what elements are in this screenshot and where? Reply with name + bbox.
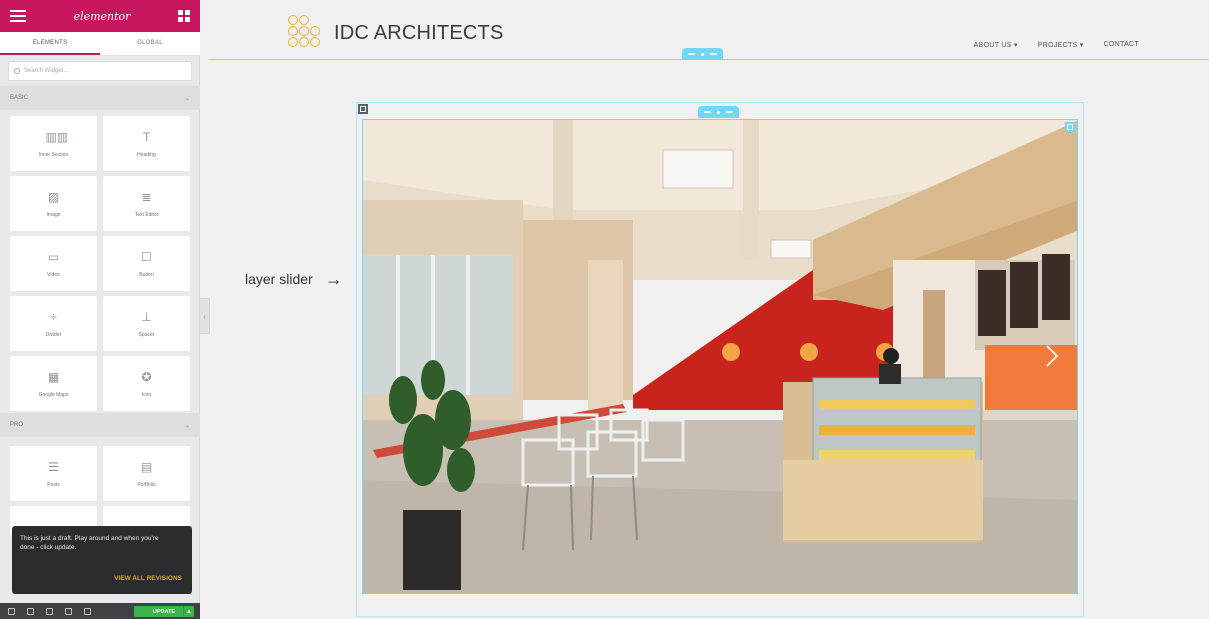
caret-up-icon[interactable]: ▴	[183, 606, 194, 617]
button-icon: ☐	[141, 249, 152, 264]
toast-message: This is just a draft. Play around and wh…	[20, 535, 159, 551]
site-logo-icon[interactable]	[288, 15, 324, 51]
section-label: PRO	[10, 422, 24, 428]
add-icon	[704, 111, 711, 113]
editor-canvas: IDC ARCHITECTS ABOUT US ▾ PROJECTS ▾ CON…	[210, 0, 1209, 619]
responsive-icon[interactable]	[65, 607, 72, 615]
add-icon	[688, 53, 695, 55]
panel-tabs: ELEMENTS GLOBAL	[0, 32, 200, 56]
site-nav: ABOUT US ▾ PROJECTS ▾ CONTACT	[974, 41, 1139, 49]
section-header-basic[interactable]: BASIC ⌄	[0, 86, 200, 110]
update-button[interactable]: UPDATE ▴	[134, 606, 194, 617]
nav-projects[interactable]: PROJECTS ▾	[1038, 41, 1084, 49]
settings-icon[interactable]	[8, 607, 15, 615]
search-widget-input[interactable]: Search Widget...	[8, 61, 192, 81]
columns-icon: ▥▥	[45, 129, 69, 144]
close-icon	[726, 111, 733, 113]
portfolio-icon: ▤	[140, 459, 153, 474]
divider-icon: ÷	[50, 309, 57, 324]
section-header-pro[interactable]: PRO ⌄	[0, 413, 200, 437]
star-icon: ✪	[141, 369, 152, 384]
widget-portfolio[interactable]: ▤ Portfolio	[103, 446, 190, 501]
widget-label: Image	[46, 211, 61, 218]
search-placeholder: Search Widget...	[24, 68, 69, 74]
panel-footer: UPDATE ▴	[0, 603, 200, 619]
layer-slider-annotation: layer slider →	[245, 270, 343, 288]
section-label: BASIC	[10, 95, 29, 101]
panel-header: elementor	[0, 0, 200, 32]
widget-label: Heading	[137, 151, 156, 158]
widget-heading[interactable]: T Heading	[103, 116, 190, 171]
widget-label: Google Maps	[38, 391, 69, 398]
widget-icon[interactable]: ✪ Icon	[103, 356, 190, 411]
widget-posts[interactable]: ☰ Posts	[10, 446, 97, 501]
navigator-icon[interactable]	[27, 607, 34, 615]
tab-global[interactable]: GLOBAL	[100, 32, 200, 55]
site-title[interactable]: IDC ARCHITECTS	[334, 23, 503, 43]
hamburger-menu-icon[interactable]	[10, 10, 26, 22]
search-icon	[14, 68, 20, 74]
text-editor-icon: ≣	[141, 189, 152, 204]
widget-label: Posts	[47, 481, 60, 488]
close-icon	[710, 53, 717, 55]
widgets-grid-basic: ▥▥ Inner Section T Heading ▨ Image ≣ Tex…	[10, 116, 192, 411]
collapse-panel-handle[interactable]: ‹	[200, 298, 210, 334]
widget-label: Button	[139, 271, 154, 278]
widget-divider[interactable]: ÷ Divider	[10, 296, 97, 351]
widgets-grid-icon[interactable]	[178, 10, 190, 22]
drag-icon	[701, 52, 704, 56]
layer-slider[interactable]	[362, 119, 1078, 594]
drag-icon	[717, 110, 720, 114]
image-icon: ▨	[47, 189, 60, 204]
widget-label: Divider	[45, 331, 62, 338]
tab-elements[interactable]: ELEMENTS	[0, 32, 100, 55]
widget-label: Icon	[141, 391, 152, 398]
widget-label: Inner Section	[38, 151, 69, 158]
heading-icon: T	[142, 129, 151, 144]
widget-label: Portfolio	[137, 481, 156, 488]
history-icon[interactable]	[46, 607, 53, 615]
slide-image-cafe-interior	[363, 120, 1077, 593]
chevron-down-icon: ⌄	[184, 95, 190, 102]
view-all-revisions-link[interactable]: VIEW ALL REVISIONS	[114, 575, 182, 582]
widget-spacer[interactable]: ⊥ Spacer	[103, 296, 190, 351]
slider-next-arrow-icon[interactable]	[1045, 344, 1059, 368]
section-handle-slider[interactable]	[698, 106, 739, 118]
widget-label: Spacer	[138, 331, 155, 338]
draft-notice-toast: This is just a draft. Play around and wh…	[12, 526, 192, 594]
widget-video[interactable]: ▭ Video	[10, 236, 97, 291]
edit-column-icon[interactable]	[358, 104, 368, 114]
widget-label: Text Editor	[134, 211, 159, 218]
edit-slider-icon[interactable]	[1065, 122, 1075, 132]
elementor-logo: elementor	[73, 9, 131, 23]
site-header: IDC ARCHITECTS ABOUT US ▾ PROJECTS ▾ CON…	[210, 0, 1209, 60]
nav-contact[interactable]: CONTACT	[1104, 41, 1139, 49]
widget-inner-section[interactable]: ▥▥ Inner Section	[10, 116, 97, 171]
nav-about-us[interactable]: ABOUT US ▾	[974, 41, 1018, 49]
widget-button[interactable]: ☐ Button	[103, 236, 190, 291]
widget-google-maps[interactable]: ▦ Google Maps	[10, 356, 97, 411]
chevron-down-icon: ⌄	[184, 422, 190, 429]
posts-icon: ☰	[48, 459, 59, 474]
elementor-panel: elementor ELEMENTS GLOBAL Search Widget.…	[0, 0, 200, 619]
widget-label: Video	[47, 271, 60, 278]
map-icon: ▦	[47, 369, 60, 384]
preview-eye-icon[interactable]	[84, 607, 91, 615]
video-icon: ▭	[47, 249, 60, 264]
arrow-right-icon: →	[324, 269, 343, 289]
widgets-grid-pro: ☰ Posts ▤ Portfolio	[10, 446, 192, 536]
section-handle-header[interactable]	[682, 48, 723, 60]
update-label: UPDATE	[152, 608, 176, 615]
widget-text-editor[interactable]: ≣ Text Editor	[103, 176, 190, 231]
annotation-text: layer slider	[245, 271, 313, 287]
widget-image[interactable]: ▨ Image	[10, 176, 97, 231]
spacer-icon: ⊥	[141, 309, 152, 324]
